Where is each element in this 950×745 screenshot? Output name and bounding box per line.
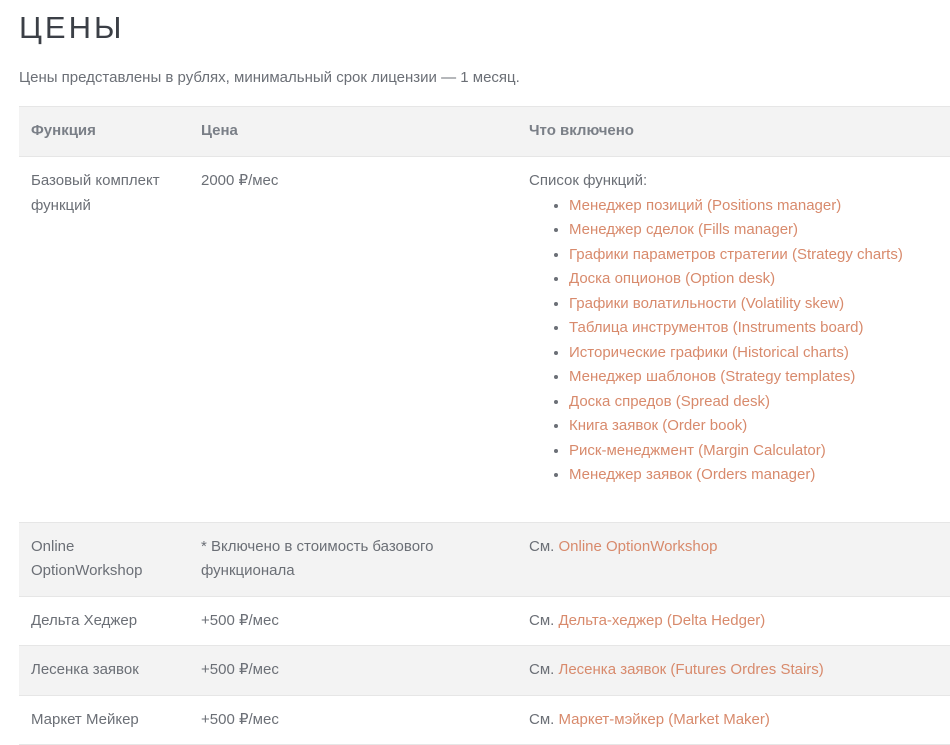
list-item: Исторические графики (Historical charts) xyxy=(569,341,938,366)
feature-link-historical-charts[interactable]: Исторические графики (Historical charts) xyxy=(569,344,849,361)
list-item: Менеджер сделок (Fills manager) xyxy=(569,218,938,243)
see-prefix: См. xyxy=(529,710,555,728)
included-cell: См. Маркет-мэйкер (Market Maker) xyxy=(517,695,950,745)
feature-cell: Дельта Хеджер xyxy=(19,596,189,646)
included-cell: См. Online OptionWorkshop xyxy=(517,522,950,597)
list-item: Книга заявок (Order book) xyxy=(569,414,938,439)
base-feature-name: Базовый комплект функций xyxy=(31,172,160,214)
base-price: 2000 ₽/мес xyxy=(201,172,279,189)
link-delta-hedger[interactable]: Дельта-хеджер (Delta Hedger) xyxy=(558,612,765,629)
see-prefix: См. xyxy=(529,611,555,629)
see-prefix: См. xyxy=(529,661,555,678)
header-price: Цена xyxy=(189,106,517,157)
list-item: Графики параметров стратегии (Strategy c… xyxy=(569,243,938,268)
table-header-row: Функция Цена Что включено xyxy=(19,106,950,157)
price-cell: +500 ₽/мес xyxy=(189,645,517,696)
feature-cell: Маркет Мейкер xyxy=(19,695,189,745)
base-included-cell: Список функций: Менеджер позиций (Positi… xyxy=(517,156,950,523)
table-row-order-stairs: Лесенка заявок +500 ₽/мес См. Лесенка за… xyxy=(19,645,950,696)
header-included: Что включено xyxy=(517,106,950,157)
link-market-maker[interactable]: Маркет-мэйкер (Market Maker) xyxy=(558,711,769,728)
feature-link-positions-manager[interactable]: Менеджер позиций (Positions manager) xyxy=(569,197,841,214)
pricing-intro: Цены представлены в рублях, минимальный … xyxy=(19,69,520,86)
price-value: +500 ₽/мес xyxy=(201,661,279,678)
included-cell: См. Дельта-хеджер (Delta Hedger) xyxy=(517,596,950,646)
feature-name: Дельта Хеджер xyxy=(31,611,138,629)
feature-link-strategy-charts[interactable]: Графики параметров стратегии (Strategy c… xyxy=(569,246,903,263)
pricing-table: Функция Цена Что включено Базовый компле… xyxy=(19,106,950,745)
feature-list: Менеджер позиций (Positions manager) Мен… xyxy=(529,194,938,510)
header-feature: Функция xyxy=(19,106,189,157)
link-online-optionworkshop[interactable]: Online OptionWorkshop xyxy=(558,538,717,555)
table-row-market-maker: Маркет Мейкер +500 ₽/мес См. Маркет-мэйк… xyxy=(19,695,950,745)
feature-name: Лесенка заявок xyxy=(31,661,139,678)
price-cell: +500 ₽/мес xyxy=(189,596,517,646)
feature-name: Online OptionWorkshop xyxy=(31,537,143,580)
price-value: * Включено в стоимость базового функцион… xyxy=(201,537,434,580)
list-item: Менеджер заявок (Orders manager) xyxy=(569,463,938,488)
feature-link-spread-desk[interactable]: Доска спредов (Spread desk) xyxy=(569,393,770,410)
price-value: +500 ₽/мес xyxy=(201,710,279,728)
feature-link-option-desk[interactable]: Доска опционов (Option desk) xyxy=(569,270,775,287)
table-row-online-optionworkshop: Online OptionWorkshop * Включено в стоим… xyxy=(19,522,950,597)
feature-link-margin-calculator[interactable]: Риск-менеджмент (Margin Calculator) xyxy=(569,442,826,459)
list-item: Доска спредов (Spread desk) xyxy=(569,390,938,415)
feature-list-label: Список функций: xyxy=(529,172,648,189)
feature-link-volatility-skew[interactable]: Графики волатильности (Volatility skew) xyxy=(569,295,844,312)
list-item: Менеджер шаблонов (Strategy templates) xyxy=(569,365,938,390)
list-item: Таблица инструментов (Instruments board) xyxy=(569,316,938,341)
feature-link-fills-manager[interactable]: Менеджер сделок (Fills manager) xyxy=(569,221,798,238)
pricing-page: ЦЕНЫ Цены представлены в рублях, минимал… xyxy=(19,0,950,745)
price-cell: * Включено в стоимость базового функцион… xyxy=(189,522,517,597)
base-feature-cell: Базовый комплект функций xyxy=(19,156,189,523)
feature-link-orders-manager[interactable]: Менеджер заявок (Orders manager) xyxy=(569,466,815,483)
table-row-delta-hedger: Дельта Хеджер +500 ₽/мес См. Дельта-хедж… xyxy=(19,596,950,646)
price-value: +500 ₽/мес xyxy=(201,611,279,629)
feature-cell: Лесенка заявок xyxy=(19,645,189,696)
page-title: ЦЕНЫ xyxy=(19,10,125,45)
list-item: Доска опционов (Option desk) xyxy=(569,267,938,292)
price-cell: +500 ₽/мес xyxy=(189,695,517,745)
feature-link-order-book[interactable]: Книга заявок (Order book) xyxy=(569,417,747,434)
feature-link-strategy-templates[interactable]: Менеджер шаблонов (Strategy templates) xyxy=(569,368,855,385)
list-item: Менеджер позиций (Positions manager) xyxy=(569,194,938,219)
feature-name: Маркет Мейкер xyxy=(31,710,139,728)
list-item: Риск-менеджмент (Margin Calculator) xyxy=(569,439,938,464)
feature-link-instruments-board[interactable]: Таблица инструментов (Instruments board) xyxy=(569,319,864,336)
base-price-cell: 2000 ₽/мес xyxy=(189,156,517,523)
feature-cell: Online OptionWorkshop xyxy=(19,522,189,597)
link-futures-orders-stairs[interactable]: Лесенка заявок (Futures Ordres Stairs) xyxy=(558,661,823,678)
see-prefix: См. xyxy=(529,537,555,555)
included-cell: См. Лесенка заявок (Futures Ordres Stair… xyxy=(517,645,950,696)
table-row-base: Базовый комплект функций 2000 ₽/мес Спис… xyxy=(19,156,950,523)
list-item: Графики волатильности (Volatility skew) xyxy=(569,292,938,317)
